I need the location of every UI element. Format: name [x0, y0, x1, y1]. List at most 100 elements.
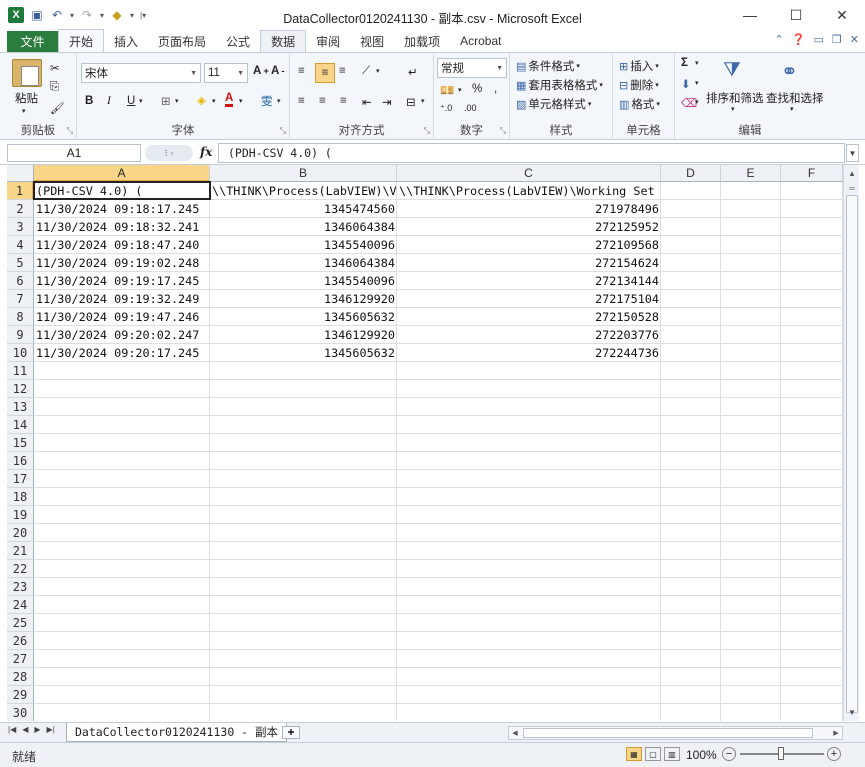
- font-color-icon[interactable]: A: [225, 92, 234, 107]
- align-middle-icon[interactable]: ≡: [315, 63, 335, 83]
- increase-indent-icon[interactable]: ⇥: [382, 95, 392, 109]
- underline-icon[interactable]: U: [127, 95, 135, 107]
- help-icon[interactable]: ❓: [792, 33, 806, 46]
- row-header-24[interactable]: 24: [7, 596, 34, 614]
- tab-acrobat[interactable]: Acrobat: [450, 30, 511, 52]
- tab-data[interactable]: 数据: [260, 30, 307, 52]
- row-header-4[interactable]: 4: [7, 236, 34, 254]
- wrap-text-icon[interactable]: ↵: [408, 65, 418, 79]
- accounting-format-icon[interactable]: 💴: [440, 83, 454, 97]
- normal-view-icon[interactable]: ▦: [626, 747, 642, 761]
- zoom-slider-thumb[interactable]: [778, 747, 784, 760]
- cell-c10[interactable]: 272244736: [397, 344, 661, 362]
- copy-icon[interactable]: ⎘: [50, 81, 59, 94]
- percent-style-icon[interactable]: %: [472, 83, 482, 95]
- column-header-f[interactable]: F: [781, 165, 843, 182]
- cell-c6[interactable]: 272134144: [397, 272, 661, 290]
- align-left-icon[interactable]: ≡: [298, 95, 305, 107]
- font-launcher-icon[interactable]: ⤡: [280, 126, 286, 136]
- sort-filter-button[interactable]: 排序和筛选: [706, 90, 764, 106]
- conditional-formatting-button[interactable]: ▤ 条件格式 ▾: [516, 58, 580, 74]
- maximize-button[interactable]: ☐: [773, 0, 819, 30]
- row-header-9[interactable]: 9: [7, 326, 34, 344]
- phonetic-icon[interactable]: 雯: [261, 93, 273, 109]
- cut-icon[interactable]: ✂: [50, 61, 60, 75]
- cell-b9[interactable]: 1346129920: [210, 326, 397, 344]
- accounting-dropdown-icon[interactable]: ▾: [458, 86, 462, 94]
- page-break-view-icon[interactable]: ▥: [664, 747, 680, 761]
- row-header-28[interactable]: 28: [7, 668, 34, 686]
- cell-b5[interactable]: 1346064384: [210, 254, 397, 272]
- align-center-icon[interactable]: ≡: [319, 95, 326, 107]
- cell-a7[interactable]: 11/30/2024 09:19:32.249: [34, 290, 210, 308]
- redo-icon[interactable]: ↷: [80, 8, 94, 22]
- decrease-decimal-icon[interactable]: .00: [464, 103, 477, 113]
- row-header-27[interactable]: 27: [7, 650, 34, 668]
- align-bottom-icon[interactable]: ≡: [339, 65, 346, 77]
- cell-a4[interactable]: 11/30/2024 09:18:47.240: [34, 236, 210, 254]
- row-header-16[interactable]: 16: [7, 452, 34, 470]
- number-launcher-icon[interactable]: ⤡: [500, 126, 506, 136]
- cell-a2[interactable]: 11/30/2024 09:18:17.245: [34, 200, 210, 218]
- orientation-icon[interactable]: ⟋: [362, 65, 370, 78]
- tab-file[interactable]: 文件: [7, 31, 58, 52]
- sort-filter-dropdown-icon[interactable]: ▾: [731, 105, 735, 113]
- delete-cells-button[interactable]: ⊟ 删除 ▾: [619, 77, 659, 93]
- increase-decimal-icon[interactable]: ⁺.0: [440, 103, 452, 114]
- worksheet-grid[interactable]: A B C D E F 1 2 3 4 5 6 7 8 9 10 11 12 13 14 15 16 17 18 19 20 21 2…: [7, 165, 843, 721]
- row-header-18[interactable]: 18: [7, 488, 34, 506]
- cell-b2[interactable]: 1345474560: [210, 200, 397, 218]
- vertical-scrollbar[interactable]: ▲ ═ ▼: [843, 165, 859, 721]
- close-workbook-icon[interactable]: ✕: [850, 33, 859, 46]
- cell-c5[interactable]: 272154624: [397, 254, 661, 272]
- scroll-up-icon[interactable]: ▲: [845, 166, 859, 181]
- sort-filter-icon[interactable]: ⧩: [723, 59, 741, 82]
- scroll-right-icon[interactable]: ▶: [830, 727, 842, 739]
- merge-dropdown-icon[interactable]: ▾: [421, 97, 425, 105]
- fill-icon[interactable]: ⬇: [681, 77, 691, 91]
- formula-input[interactable]: (PDH-CSV 4.0) (: [218, 143, 845, 163]
- cell-a9[interactable]: 11/30/2024 09:20:02.247: [34, 326, 210, 344]
- excel-logo-icon[interactable]: X: [8, 7, 24, 23]
- restore-window-icon[interactable]: ▭: [814, 33, 824, 46]
- cell-c8[interactable]: 272150528: [397, 308, 661, 326]
- row-header-2[interactable]: 2: [7, 200, 34, 218]
- row-header-10[interactable]: 10: [7, 344, 34, 362]
- format-as-table-button[interactable]: ▦ 套用表格格式 ▾: [516, 77, 603, 93]
- scroll-down-icon[interactable]: ▼: [845, 705, 859, 720]
- cell-b1[interactable]: \\THINK\Process(LabVIEW)\Vii: [210, 182, 397, 200]
- phonetic-dropdown-icon[interactable]: ▾: [277, 97, 281, 105]
- font-size-combo[interactable]: 11 ▼: [204, 63, 248, 83]
- cell-c3[interactable]: 272125952: [397, 218, 661, 236]
- cell-b3[interactable]: 1346064384: [210, 218, 397, 236]
- underline-dropdown-icon[interactable]: ▾: [139, 97, 143, 105]
- format-painter-icon[interactable]: 🖌: [50, 101, 65, 115]
- restore-down-icon[interactable]: ❐: [832, 33, 842, 46]
- prev-sheet-icon[interactable]: ◀: [22, 725, 28, 734]
- fill-color-icon[interactable]: ◈: [197, 93, 206, 107]
- font-color-dropdown-icon[interactable]: ▾: [239, 97, 243, 105]
- split-box-icon[interactable]: ═: [845, 181, 859, 196]
- tab-addins[interactable]: 加载项: [394, 30, 450, 52]
- row-header-12[interactable]: 12: [7, 380, 34, 398]
- row-header-22[interactable]: 22: [7, 560, 34, 578]
- cell-a5[interactable]: 11/30/2024 09:19:02.248: [34, 254, 210, 272]
- number-format-combo[interactable]: 常规 ▼: [437, 58, 507, 78]
- tab-view[interactable]: 视图: [350, 30, 394, 52]
- paste-button[interactable]: 粘贴: [15, 90, 38, 106]
- row-header-29[interactable]: 29: [7, 686, 34, 704]
- decrease-indent-icon[interactable]: ⇤: [362, 95, 372, 109]
- find-select-button[interactable]: 查找和选择: [766, 90, 824, 106]
- zoom-in-icon[interactable]: +: [827, 747, 841, 761]
- format-cells-button[interactable]: ▥ 格式 ▾: [619, 96, 660, 112]
- row-header-30[interactable]: 30: [7, 704, 34, 721]
- page-layout-view-icon[interactable]: ▢: [645, 747, 661, 761]
- binoculars-icon[interactable]: ⚭: [781, 59, 798, 84]
- row-header-13[interactable]: 13: [7, 398, 34, 416]
- paste-dropdown-icon[interactable]: ▾: [22, 107, 26, 115]
- alignment-launcher-icon[interactable]: ⤡: [424, 126, 430, 136]
- cell-c4[interactable]: 272109568: [397, 236, 661, 254]
- font-name-combo[interactable]: 宋体 ▼: [81, 63, 201, 83]
- cell-a3[interactable]: 11/30/2024 09:18:32.241: [34, 218, 210, 236]
- minimize-ribbon-icon[interactable]: ⌃: [775, 33, 784, 46]
